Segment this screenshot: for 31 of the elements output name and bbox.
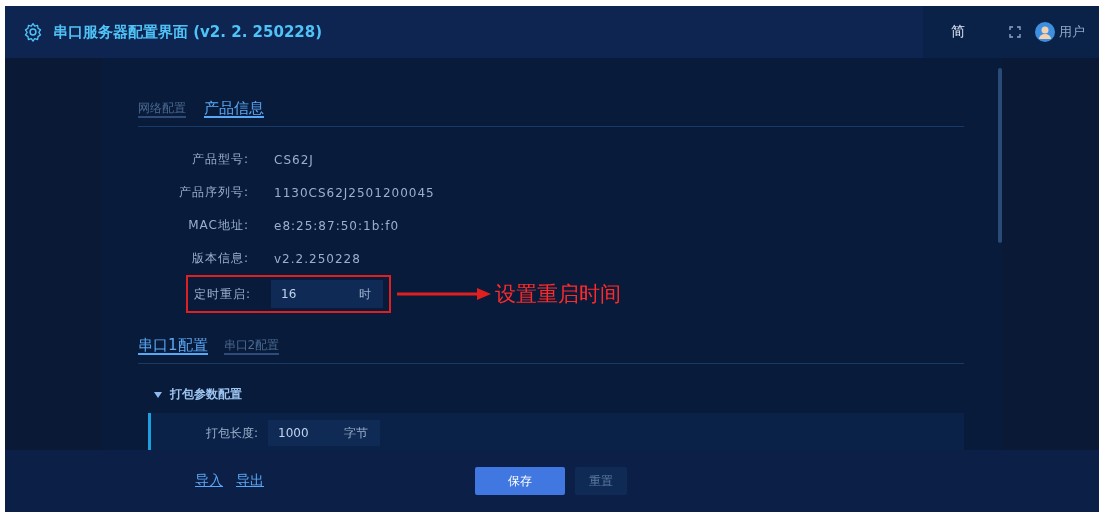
field-label: 产品序列号: <box>177 184 249 201</box>
language-toggle[interactable]: 简 <box>951 23 965 41</box>
fullscreen-icon[interactable] <box>1009 26 1021 38</box>
unit-label: 时 <box>359 285 371 303</box>
annotation-text: 设置重启时间 <box>495 281 621 308</box>
section-title[interactable]: 打包参数配置 <box>170 386 242 403</box>
field-value: CS62J <box>274 152 314 167</box>
field-value: v2.2.250228 <box>274 251 361 266</box>
field-label: 版本信息: <box>190 250 249 267</box>
window-title: 串口服务器配置界面 (v2. 2. 250228) <box>53 22 323 42</box>
field-label: 定时重启: <box>192 285 251 303</box>
settings-icon[interactable] <box>23 22 43 42</box>
field-label: 产品型号: <box>190 151 249 168</box>
save-button[interactable]: 保存 <box>475 467 565 495</box>
caret-icon[interactable] <box>154 390 162 399</box>
link[interactable]: 导出 <box>236 472 264 490</box>
field-label: MAC地址: <box>187 217 249 234</box>
field-value: e8:25:87:50:1b:f0 <box>274 218 400 233</box>
input-field[interactable]: 16 时 <box>271 280 383 308</box>
field-label: 打包长度: <box>204 424 258 442</box>
unit-label: 字节 <box>344 424 368 442</box>
field-value: 1130CS62J2501200045 <box>274 185 435 200</box>
user-menu[interactable]: 用户 <box>1059 23 1085 41</box>
tab[interactable]: 串口1配置 <box>138 337 208 355</box>
input-value: 1000 <box>278 426 309 440</box>
input-field[interactable]: 1000 字节 <box>268 420 380 446</box>
link[interactable]: 导入 <box>195 472 223 490</box>
input-value: 16 <box>281 287 297 301</box>
scrollbar[interactable] <box>998 68 1002 243</box>
avatar-icon[interactable] <box>1035 22 1055 42</box>
tab[interactable]: 产品信息 <box>204 100 264 118</box>
